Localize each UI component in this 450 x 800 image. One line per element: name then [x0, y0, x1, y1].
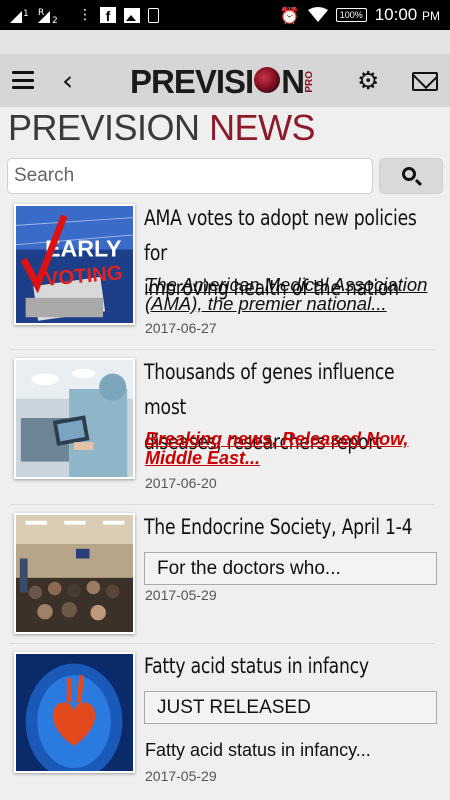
news-summary-line: (AMA), the premier national...: [145, 293, 387, 314]
alarm-icon: ⏰: [279, 5, 300, 25]
top-spacer: [0, 30, 450, 54]
news-title-line: Thousands of genes influence most: [144, 360, 395, 419]
news-summary-link[interactable]: The American Medical Association (AMA), …: [145, 275, 435, 313]
prevision-logo: PREVISI N PRO: [130, 65, 315, 99]
news-thumbnail-surgeon[interactable]: [14, 358, 135, 479]
divider: [10, 643, 435, 644]
signal-icon: 1 R 2: [10, 8, 58, 25]
image-icon: [124, 7, 140, 23]
clock-time: 10:00: [374, 5, 418, 24]
news-date: 2017-05-29: [145, 768, 217, 784]
news-title[interactable]: Fatty acid status in infancy: [144, 649, 439, 684]
news-date: 2017-06-20: [145, 475, 217, 491]
status-bar: 1 R 2 ⋮ f ⏰ 100% 10:00 PM: [0, 0, 450, 30]
wifi-icon: [307, 7, 328, 22]
news-thumbnail-early-voting[interactable]: EARLY VOTING: [14, 204, 135, 325]
logo-o-circle: [254, 67, 281, 93]
news-teaser-box[interactable]: JUST RELEASED: [144, 691, 437, 724]
status-right: ⏰ 100% 10:00 PM: [280, 5, 440, 25]
news-title-line: Fatty acid status in infancy: [144, 654, 369, 678]
sim1-label: 1: [23, 9, 29, 19]
news-thumbnail-heart[interactable]: [14, 652, 135, 773]
news-title-line: The Endocrine Society, April 1-4: [144, 515, 413, 539]
page-title-prevision: PREVISION: [8, 107, 210, 148]
news-summary-line: Middle East...: [145, 448, 261, 468]
news-date: 2017-05-29: [145, 587, 217, 603]
news-thumbnail-conference[interactable]: [14, 513, 135, 634]
divider: [10, 504, 435, 505]
clock-suffix: PM: [422, 9, 440, 23]
menu-icon[interactable]: [12, 71, 34, 89]
status-left: 1 R 2 ⋮ f: [8, 5, 159, 25]
search-icon: [402, 167, 416, 181]
settings-icon[interactable]: ⚙: [357, 66, 379, 95]
news-title[interactable]: The Endocrine Society, April 1-4: [144, 510, 439, 545]
facebook-icon: f: [100, 7, 116, 24]
news-title-line: AMA votes to adopt new policies for: [144, 206, 417, 265]
page-title: PREVISION NEWS: [8, 107, 316, 148]
roaming-label: R: [38, 8, 44, 18]
news-date: 2017-06-27: [145, 320, 217, 336]
news-teaser-box[interactable]: For the doctors who...: [144, 552, 437, 585]
news-summary[interactable]: Fatty acid status in infancy...: [145, 740, 371, 761]
page-title-news: NEWS: [209, 107, 316, 148]
battery-icon: 100%: [335, 8, 367, 22]
sd-card-icon: [148, 7, 159, 23]
logo-text-right: N: [281, 63, 305, 100]
logo-pro: PRO: [304, 71, 316, 93]
more-dots-icon: ⋮: [78, 7, 92, 23]
search-input[interactable]: [7, 158, 373, 194]
divider: [10, 349, 435, 350]
search-button[interactable]: [379, 158, 443, 194]
app-header: ‹ PREVISI N PRO ⚙: [0, 54, 450, 107]
news-summary-line: The American Medical Association: [145, 274, 428, 295]
logo-text-left: PREVISI: [130, 63, 254, 100]
sim2-label: 2: [52, 16, 58, 25]
back-icon[interactable]: ‹: [62, 64, 73, 97]
mail-icon[interactable]: [412, 72, 438, 91]
news-summary-link[interactable]: Breaking news, Released Now, Middle East…: [145, 430, 435, 468]
news-summary-line: Breaking news, Released Now,: [145, 429, 409, 449]
clock: 10:00 PM: [375, 5, 440, 25]
